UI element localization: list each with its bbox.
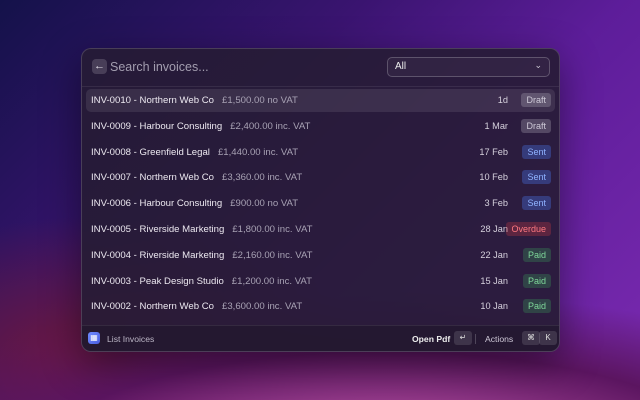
invoice-row[interactable]: INV-0006 - Harbour Consulting £900.00 no … (86, 192, 555, 215)
invoice-title: INV-0008 - Greenfield Legal (91, 146, 210, 158)
invoice-row[interactable]: INV-0007 - Northern Web Co £3,360.00 inc.… (86, 166, 555, 189)
status-badge: Draft (521, 93, 551, 107)
invoice-date: 3 Feb (484, 198, 509, 209)
invoice-row[interactable]: INV-0010 - Northern Web Co £1,500.00 no V… (86, 89, 555, 112)
status-badge: Draft (521, 118, 551, 133)
invoice-row[interactable]: INV-0003 - Peak Design Studio £1,200.00 i… (86, 270, 555, 293)
invoice-date: 1 Mar (484, 120, 509, 131)
invoice-text: INV-0009 - Harbour Consulting £2,400.00 i… (91, 121, 310, 132)
filter-selected-value: All (395, 61, 407, 72)
invoice-text: INV-0003 - Peak Design Studio £1,200.00 i… (91, 276, 312, 287)
invoice-text: INV-0007 - Northern Web Co £3,360.00 inc.… (91, 172, 302, 183)
invoice-text: INV-0002 - Northern Web Co £3,600.00 inc.… (91, 301, 302, 312)
open-pdf-button[interactable]: Open Pdf (412, 334, 450, 344)
arrow-left-icon[interactable]: ← (92, 59, 107, 74)
k-key-icon: K (539, 331, 557, 345)
status-filter-dropdown[interactable]: All ⌄ (387, 57, 550, 77)
invoice-title: INV-0010 - Northern Web Co (91, 95, 214, 106)
status-badge: Paid (522, 299, 551, 314)
invoice-date: 22 Jan (480, 249, 508, 260)
invoice-text: INV-0008 - Greenfield Legal £1,440.00 inc… (91, 147, 298, 158)
invoice-row[interactable]: INV-0004 - Riverside Marketing £2,160.00 … (86, 244, 555, 267)
invoice-title: INV-0005 - Riverside Marketing (91, 223, 225, 235)
invoice-title: INV-0006 - Harbour Consulting (91, 198, 223, 210)
status-badge: Paid (522, 247, 551, 262)
invoice-title: INV-0007 - Northern Web Co (91, 172, 214, 184)
invoice-amount: £3,360.00 inc. VAT (222, 172, 303, 184)
invoice-extension-icon: ▦ (88, 332, 100, 344)
invoice-row[interactable]: INV-0002 - Northern Web Co £3,600.00 inc.… (86, 295, 555, 318)
invoice-amount: £2,160.00 inc. VAT (232, 249, 313, 261)
invoice-date: 17 Feb (479, 146, 508, 157)
invoice-date: 15 Jan (480, 275, 508, 286)
extension-title: List Invoices (107, 334, 155, 344)
invoice-text: INV-0004 - Riverside Marketing £2,160.00 … (91, 250, 313, 261)
invoice-amount: £1,800.00 inc. VAT (232, 223, 313, 235)
footer-separator (475, 334, 476, 344)
invoice-date: 1d (497, 95, 508, 105)
invoice-text: INV-0006 - Harbour Consulting £900.00 no … (91, 198, 298, 209)
header-divider (82, 86, 559, 87)
status-badge: Sent (522, 144, 551, 159)
invoice-amount: £1,200.00 inc. VAT (231, 275, 312, 287)
invoice-date: 10 Jan (480, 301, 508, 312)
invoice-date: 10 Feb (479, 172, 508, 183)
invoice-amount: £1,440.00 inc. VAT (217, 146, 299, 158)
invoice-title: INV-0003 - Peak Design Studio (91, 275, 224, 287)
status-badge: Overdue (506, 221, 551, 236)
invoice-text: INV-0010 - Northern Web Co £1,500.00 no V… (91, 95, 298, 106)
enter-key-icon: ↵ (454, 331, 472, 345)
status-badge: Sent (522, 196, 551, 211)
action-bar: ▦ List Invoices Open Pdf ↵ Actions ⌘ K (82, 325, 559, 351)
actions-button[interactable]: Actions (485, 334, 513, 344)
invoice-amount: £3,600.00 inc. VAT (222, 301, 303, 313)
invoice-date: 28 Jan (480, 223, 508, 234)
invoice-row[interactable]: INV-0008 - Greenfield Legal £1,440.00 inc… (86, 141, 555, 164)
invoice-amount: £2,400.00 inc. VAT (230, 120, 311, 132)
invoice-list-window: ← All ⌄ INV-0010 - Northern Web Co £1,500… (81, 48, 560, 352)
invoice-amount: £1,500.00 no VAT (222, 95, 298, 106)
search-bar: ← All ⌄ (82, 49, 559, 87)
invoice-amount: £900.00 no VAT (230, 198, 299, 210)
invoice-list: INV-0010 - Northern Web Co £1,500.00 no V… (86, 89, 555, 321)
status-badge: Sent (522, 170, 551, 185)
search-input[interactable] (110, 58, 370, 76)
command-key-icon: ⌘ (522, 331, 540, 345)
status-badge: Paid (522, 273, 551, 288)
invoice-text: INV-0005 - Riverside Marketing £1,800.00 … (91, 224, 313, 235)
chevron-down-icon: ⌄ (534, 60, 542, 70)
invoice-title: INV-0002 - Northern Web Co (91, 301, 214, 313)
invoice-title: INV-0009 - Harbour Consulting (91, 120, 223, 132)
invoice-row[interactable]: INV-0009 - Harbour Consulting £2,400.00 i… (86, 115, 555, 138)
invoice-title: INV-0004 - Riverside Marketing (91, 249, 225, 261)
invoice-row[interactable]: INV-0005 - Riverside Marketing £1,800.00 … (86, 218, 555, 241)
